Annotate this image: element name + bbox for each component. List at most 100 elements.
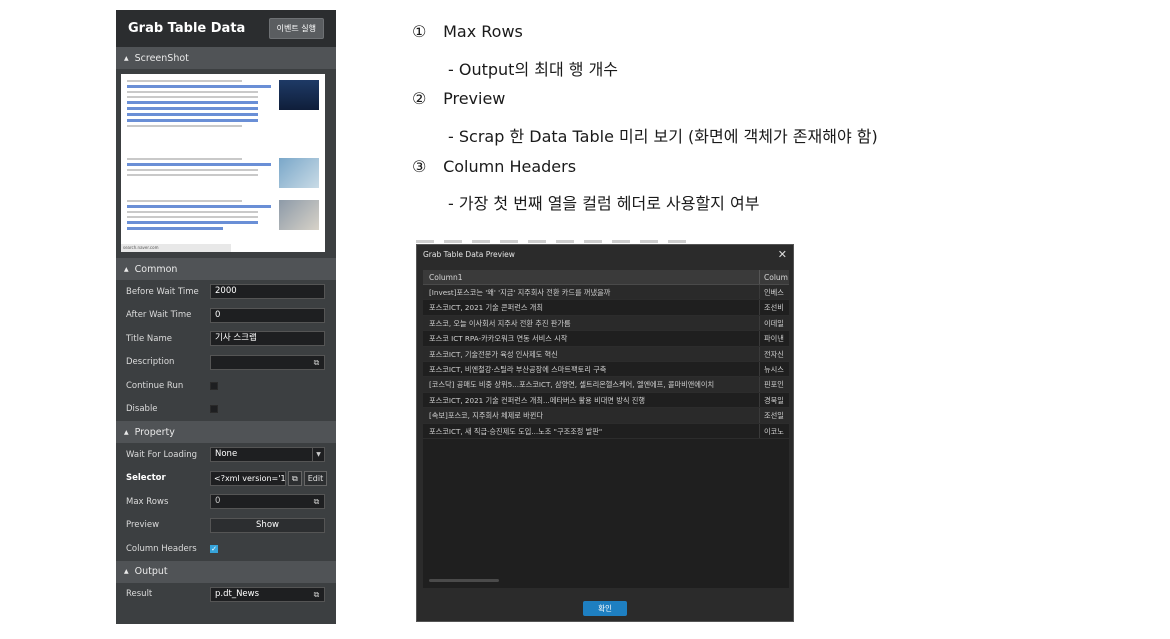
section-output[interactable]: ▲ Output xyxy=(116,560,336,583)
preview-dialog: Grab Table Data Preview ✕ Column1 Colum … xyxy=(416,244,794,622)
continue-run-label: Continue Run xyxy=(126,380,184,391)
section-screenshot-label: ScreenShot xyxy=(134,52,189,64)
desc-item-1-title: Max Rows xyxy=(443,22,523,41)
run-event-button[interactable]: 이벤트 실행 xyxy=(268,18,324,39)
table-row[interactable]: 포스코ICT, 비엔철강·스틸라 부산공장에 스마트팩토리 구축 뉴시스 xyxy=(423,361,789,378)
dialog-titlebar: Grab Table Data Preview ✕ xyxy=(417,245,793,264)
table-row[interactable]: 포스코ICT, 기술전문가 육성 인사제도 혁신 전자신 xyxy=(423,346,789,362)
preview-table: Column1 Colum [Invest]포스코는 '왜' '지금' 지주회사… xyxy=(423,270,789,588)
open-editor-icon[interactable]: ⧉ xyxy=(288,470,302,486)
table-row[interactable]: 포스코, 오늘 이사회서 지주사 전환 추진 판가름 이데일 xyxy=(423,315,789,332)
open-editor-icon[interactable]: ⧉ xyxy=(311,589,322,600)
news-thumbnail xyxy=(279,158,319,188)
after-wait-input[interactable]: 0 xyxy=(210,307,325,323)
show-preview-button[interactable]: Show xyxy=(210,517,325,533)
table-rows: [Invest]포스코는 '왜' '지금' 지주회사 전환 카드를 꺼냈을까 인베… xyxy=(423,285,789,439)
table-row[interactable]: [Invest]포스코는 '왜' '지금' 지주회사 전환 카드를 꺼냈을까 인베… xyxy=(423,285,789,301)
continue-run-checkbox[interactable] xyxy=(210,381,218,390)
selector-input[interactable]: <?xml version='1 xyxy=(210,470,286,486)
table-row[interactable]: [코스닥] 공매도 비중 상위5...포스코ICT, 삼양연, 셀트리온헬스케어… xyxy=(423,377,789,393)
table-cell: [속보]포스코, 지주회사 체제로 바뀐다 xyxy=(423,408,760,423)
before-wait-input[interactable]: 2000 xyxy=(210,284,325,300)
title-name-input[interactable]: 기사 스크랩 xyxy=(210,331,325,347)
table-row[interactable]: [속보]포스코, 지주회사 체제로 바뀐다 조선일 xyxy=(423,408,789,424)
before-wait-row: Before Wait Time 2000 xyxy=(116,280,336,304)
collapse-caret-icon: ▲ xyxy=(124,265,129,273)
selector-label: Selector xyxy=(126,473,166,484)
column-header[interactable]: Colum xyxy=(760,270,789,284)
wait-for-loading-select[interactable]: None ▼ xyxy=(210,447,325,463)
wait-for-loading-row: Wait For Loading None ▼ xyxy=(116,443,336,467)
table-cell: 포스코ICT, 비엔철강·스틸라 부산공장에 스마트팩토리 구축 xyxy=(423,361,760,377)
column-headers-label: Column Headers xyxy=(126,543,197,554)
column-headers-row: Column Headers ✓ xyxy=(116,537,336,561)
section-property[interactable]: ▲ Property xyxy=(116,421,336,443)
table-row[interactable]: 포스코ICT, 새 직급·승진제도 도입...노조 "구조조정 발판" 이코노 xyxy=(423,423,789,439)
table-cell: 포스코ICT, 기술전문가 육성 인사제도 혁신 xyxy=(423,346,760,361)
result-input[interactable]: p.dt_News ⧉ xyxy=(210,586,325,602)
background-residue xyxy=(416,240,686,243)
disable-checkbox[interactable] xyxy=(210,405,218,414)
open-editor-icon[interactable]: ⧉ xyxy=(311,496,322,507)
table-header: Column1 Colum xyxy=(423,270,789,285)
collapse-caret-icon: ▲ xyxy=(124,54,129,62)
collapse-caret-icon: ▲ xyxy=(124,428,129,436)
disable-row: Disable xyxy=(116,398,336,422)
description-label: Description xyxy=(126,357,175,368)
table-row[interactable]: 포스코ICT, 2021 기술 컨퍼런스 개최...메타버스 활용 비대면 방식… xyxy=(423,392,789,409)
section-common[interactable]: ▲ Common xyxy=(116,258,336,280)
section-screenshot[interactable]: ▲ ScreenShot xyxy=(116,47,336,69)
title-name-label: Title Name xyxy=(126,333,172,344)
description-input[interactable]: ⧉ xyxy=(210,354,325,370)
result-label: Result xyxy=(126,589,153,600)
horizontal-scrollbar[interactable] xyxy=(429,579,499,582)
table-cell: 경북일 xyxy=(764,395,784,405)
open-editor-icon[interactable]: ⧉ xyxy=(311,357,322,368)
result-value: p.dt_News xyxy=(215,588,260,599)
wait-for-loading-label: Wait For Loading xyxy=(126,449,197,460)
news-thumbnail xyxy=(279,200,319,230)
desc-item-1-number: ① xyxy=(412,22,427,41)
desc-item-2-detail: - Scrap 한 Data Table 미리 보기 (화면에 객체가 존재해야… xyxy=(448,127,878,146)
max-rows-row: Max Rows 0 ⧉ xyxy=(116,490,336,514)
panel-header: Grab Table Data 이벤트 실행 xyxy=(116,10,336,47)
title-name-row: Title Name 기사 스크랩 xyxy=(116,327,336,351)
table-cell: 조선일 xyxy=(764,411,784,421)
ok-button[interactable]: 확인 xyxy=(583,601,627,616)
section-output-label: Output xyxy=(134,566,168,577)
result-row: Result p.dt_News ⧉ xyxy=(116,583,336,607)
desc-item-3-detail: - 가장 첫 번째 열을 컬럼 헤더로 사용할지 여부 xyxy=(448,194,760,213)
table-cell: 파이낸 xyxy=(764,334,784,344)
desc-item-3-heading: ③ Column Headers xyxy=(412,157,576,176)
section-common-label: Common xyxy=(134,263,178,275)
desc-item-3-title: Column Headers xyxy=(443,157,577,176)
before-wait-label: Before Wait Time xyxy=(126,286,199,297)
table-cell: 포스코, 오늘 이사회서 지주사 전환 추진 판가름 xyxy=(423,315,760,331)
table-cell: 이코노 xyxy=(764,426,784,436)
max-rows-label: Max Rows xyxy=(126,496,169,507)
table-row[interactable]: 포스코 ICT RPA-카카오워크 연동 서비스 시작 파이낸 xyxy=(423,331,789,347)
disable-label: Disable xyxy=(126,404,158,415)
max-rows-input[interactable]: 0 ⧉ xyxy=(210,494,325,510)
column-headers-checkbox[interactable]: ✓ xyxy=(210,544,218,553)
desc-item-2-heading: ② Preview xyxy=(412,89,505,108)
screenshot-url-bar: search.naver.com xyxy=(121,244,231,252)
news-thumbnail xyxy=(279,80,319,110)
table-cell: 전자신 xyxy=(764,349,784,359)
properties-panel: Grab Table Data 이벤트 실행 ▲ ScreenShot sear… xyxy=(116,10,336,624)
table-cell: 포스코ICT, 2021 기술 컨퍼런스 개최...메타버스 활용 비대면 방식… xyxy=(423,392,760,408)
desc-item-3-number: ③ xyxy=(412,157,427,176)
close-icon[interactable]: ✕ xyxy=(778,245,787,264)
column-header[interactable]: Column1 xyxy=(423,270,760,284)
table-cell: 이데일 xyxy=(764,318,784,328)
table-cell: 조선비 xyxy=(764,303,784,313)
table-row[interactable]: 포스코ICT, 2021 기술 콘퍼런스 개최 조선비 xyxy=(423,300,789,316)
table-cell: [코스닥] 공매도 비중 상위5...포스코ICT, 삼양연, 셀트리온헬스케어… xyxy=(423,377,760,392)
section-property-label: Property xyxy=(134,426,175,438)
after-wait-row: After Wait Time 0 xyxy=(116,304,336,328)
description-row: Description ⧉ xyxy=(116,351,336,375)
preview-row: Preview Show xyxy=(116,514,336,538)
table-cell: 포스코ICT, 2021 기술 콘퍼런스 개최 xyxy=(423,300,760,315)
edit-selector-button[interactable]: Edit xyxy=(303,470,328,486)
selector-row: Selector <?xml version='1 ⧉ Edit xyxy=(116,467,336,491)
